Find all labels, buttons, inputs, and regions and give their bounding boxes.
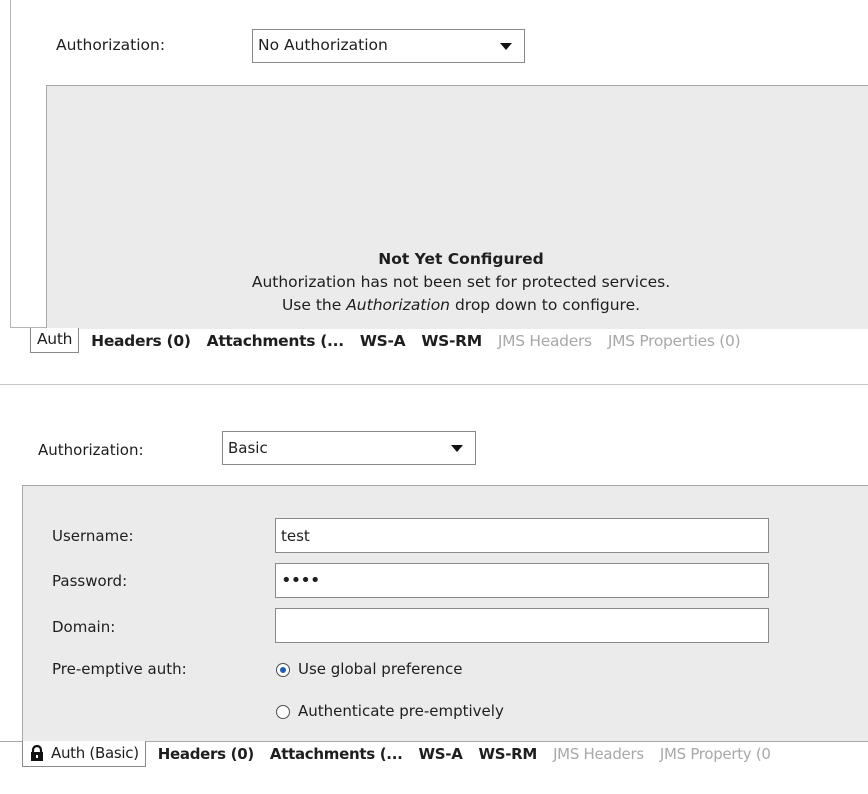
authorization-label-2: Authorization: [38, 441, 144, 459]
authorization-dropdown-value-2: Basic [228, 438, 268, 457]
tab-bar-top: Auth Headers (0) Attachments (... WS-A W… [30, 328, 748, 353]
dropdown-arrow-icon [500, 43, 512, 50]
authorization-label: Authorization: [56, 36, 166, 54]
radio-global-preference[interactable] [276, 663, 290, 677]
tab-headers-2[interactable]: Headers (0) [146, 745, 262, 763]
tab-auth-basic-label: Auth (Basic) [51, 744, 139, 762]
tab-jms-properties: JMS Properties (0) [607, 331, 741, 350]
not-configured-title: Not Yet Configured [378, 250, 544, 268]
authorization-emphasis: Authorization [346, 296, 451, 314]
authorization-dropdown[interactable]: No Authorization [252, 29, 525, 63]
radio-authenticate-preemptively[interactable] [276, 705, 290, 719]
dropdown-arrow-icon [451, 445, 463, 452]
radio-authenticate-preemptively-label[interactable]: Authenticate pre-emptively [298, 702, 504, 720]
tab-jms-headers-2: JMS Headers [553, 745, 644, 763]
preemptive-auth-label: Pre-emptive auth: [52, 660, 187, 678]
domain-label: Domain: [52, 618, 116, 636]
not-configured-line1: Authorization has not been set for prote… [251, 273, 671, 291]
password-value: •••• [281, 570, 320, 591]
tab-jms-property-2: JMS Property (0 [659, 745, 771, 763]
tab-attachments[interactable]: Attachments (... [199, 332, 352, 350]
username-value: test [281, 526, 310, 545]
authorization-dropdown-2[interactable]: Basic [222, 431, 476, 465]
domain-field[interactable] [275, 608, 769, 643]
username-label: Username: [52, 527, 134, 545]
tab-ws-rm-2[interactable]: WS-RM [471, 745, 546, 763]
password-label: Password: [52, 572, 128, 590]
not-configured-panel: Not Yet Configured Authorization has not… [46, 85, 868, 329]
tab-attachments-2[interactable]: Attachments (... [262, 745, 411, 763]
divider [0, 384, 868, 385]
tab-bar-bottom: Auth (Basic) Headers (0) Attachments (..… [22, 741, 779, 767]
tab-auth-basic[interactable]: Auth (Basic) [22, 741, 146, 767]
tab-auth[interactable]: Auth [30, 328, 80, 353]
tab-ws-a[interactable]: WS-A [352, 332, 414, 350]
password-field[interactable]: •••• [275, 563, 769, 598]
authorization-dropdown-value: No Authorization [258, 36, 388, 55]
username-field[interactable]: test [275, 518, 769, 553]
lock-icon [31, 744, 43, 761]
tab-headers[interactable]: Headers (0) [79, 332, 198, 350]
tab-jms-headers: JMS Headers [497, 331, 592, 350]
radio-global-preference-label[interactable]: Use global preference [298, 660, 462, 678]
tab-ws-rm[interactable]: WS-RM [413, 332, 490, 350]
tab-ws-a-2[interactable]: WS-A [411, 745, 471, 763]
not-configured-line2: Use the Authorization drop down to confi… [281, 296, 641, 314]
